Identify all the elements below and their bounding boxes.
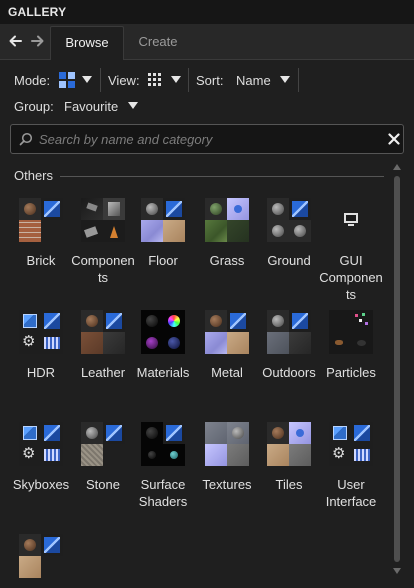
grass-thumbnail xyxy=(205,198,249,242)
item-label: HDR xyxy=(26,365,56,380)
section-title: Others xyxy=(14,168,54,183)
item-label: Outdoors xyxy=(262,365,316,380)
panel-titlebar: GALLERY xyxy=(0,0,414,24)
chevron-down-icon xyxy=(128,102,138,109)
hdr-thumbnail xyxy=(19,310,63,354)
mode-label: Mode: xyxy=(14,73,51,88)
section-divider xyxy=(60,176,384,177)
particles-thumbnail xyxy=(329,310,373,354)
item-label: GUI Components xyxy=(319,253,383,302)
textures-thumbnail xyxy=(205,422,249,466)
item-label: Floor xyxy=(148,253,178,268)
item-label: Materials xyxy=(136,365,190,380)
item-label: Grass xyxy=(209,253,245,268)
metal-thumbnail xyxy=(205,310,249,354)
brick-thumbnail xyxy=(19,198,63,242)
group-label: Group: xyxy=(14,99,54,114)
search-box xyxy=(10,124,404,154)
item-label: Brick xyxy=(26,253,56,268)
item-label: Leather xyxy=(80,365,126,380)
gallery-item-partial[interactable] xyxy=(8,534,74,588)
group-value: Favourite xyxy=(64,99,119,114)
skyboxes-thumbnail xyxy=(19,422,63,466)
gallery-item-textures[interactable]: Textures xyxy=(194,422,260,493)
surface-shaders-thumbnail xyxy=(141,422,185,466)
item-label: Particles xyxy=(326,365,376,380)
sort-dropdown[interactable]: Name xyxy=(234,70,294,90)
scrollbar[interactable] xyxy=(391,160,403,578)
scroll-thumb[interactable] xyxy=(394,176,400,562)
floor-thumbnail xyxy=(141,198,185,242)
item-label: Skyboxes xyxy=(12,477,70,492)
item-label: Ground xyxy=(267,253,311,268)
ground-thumbnail xyxy=(267,198,311,242)
gallery-item-outdoors[interactable]: Outdoors xyxy=(256,310,322,381)
close-icon[interactable] xyxy=(388,133,400,145)
divider xyxy=(188,68,189,92)
gallery-item-grass[interactable]: Grass xyxy=(194,198,260,269)
divider xyxy=(100,68,101,92)
view-label: View: xyxy=(108,73,140,88)
arrow-right-icon[interactable] xyxy=(28,32,46,50)
item-label: Stone xyxy=(86,477,120,492)
gallery-item-ground[interactable]: Ground xyxy=(256,198,322,269)
sort-value: Name xyxy=(236,73,271,88)
thumbnail-mode-icon xyxy=(59,72,75,88)
sort-label: Sort: xyxy=(196,73,224,88)
partial-thumbnail xyxy=(19,534,63,578)
scroll-up-icon[interactable] xyxy=(393,164,401,170)
item-label: Tiles xyxy=(275,477,303,492)
gallery-item-skyboxes[interactable]: Skyboxes xyxy=(8,422,74,493)
gallery-item-tiles[interactable]: Tiles xyxy=(256,422,322,493)
arrow-left-icon[interactable] xyxy=(7,32,25,50)
search-icon xyxy=(19,132,33,146)
gallery-item-stone[interactable]: Stone xyxy=(70,422,136,493)
stone-thumbnail xyxy=(81,422,125,466)
gallery-item-particles[interactable]: Particles xyxy=(318,310,384,381)
item-label: Metal xyxy=(211,365,243,380)
user-interface-thumbnail xyxy=(329,422,373,466)
materials-thumbnail xyxy=(141,310,185,354)
tab-bar: Browse Create xyxy=(0,24,414,60)
item-label: Surface Shaders xyxy=(138,477,188,509)
search-input[interactable] xyxy=(39,130,359,148)
components-thumbnail xyxy=(81,198,125,242)
gui-component-icon xyxy=(344,213,358,226)
grid-view-icon xyxy=(148,73,161,86)
gui-components-thumbnail xyxy=(329,198,373,242)
gallery-item-brick[interactable]: Brick xyxy=(8,198,74,269)
item-label: User Interface xyxy=(325,477,377,509)
chevron-down-icon xyxy=(171,76,181,83)
divider xyxy=(298,68,299,92)
gallery-item-components[interactable]: Components xyxy=(70,198,136,286)
tab-create[interactable]: Create xyxy=(126,26,190,60)
group-dropdown[interactable]: Favourite xyxy=(62,96,142,116)
chevron-down-icon xyxy=(280,76,290,83)
view-dropdown[interactable] xyxy=(147,70,183,90)
gallery-item-floor[interactable]: Floor xyxy=(130,198,196,269)
gallery-item-metal[interactable]: Metal xyxy=(194,310,260,381)
item-label: Components xyxy=(71,253,135,285)
outdoors-thumbnail xyxy=(267,310,311,354)
panel-title: GALLERY xyxy=(8,5,67,19)
chevron-down-icon xyxy=(82,76,92,83)
tiles-thumbnail xyxy=(267,422,311,466)
gallery-item-gui-components[interactable]: GUI Components xyxy=(318,198,384,303)
item-label: Textures xyxy=(202,477,252,492)
gallery-item-hdr[interactable]: HDR xyxy=(8,310,74,381)
gallery-item-materials[interactable]: Materials xyxy=(130,310,196,381)
gallery-item-leather[interactable]: Leather xyxy=(70,310,136,381)
leather-thumbnail xyxy=(81,310,125,354)
gallery-item-surface-shaders[interactable]: Surface Shaders xyxy=(130,422,196,510)
gallery-item-user-interface[interactable]: User Interface xyxy=(318,422,384,510)
scroll-down-icon[interactable] xyxy=(393,568,401,574)
mode-dropdown[interactable] xyxy=(58,70,94,90)
tab-browse[interactable]: Browse xyxy=(50,26,124,60)
